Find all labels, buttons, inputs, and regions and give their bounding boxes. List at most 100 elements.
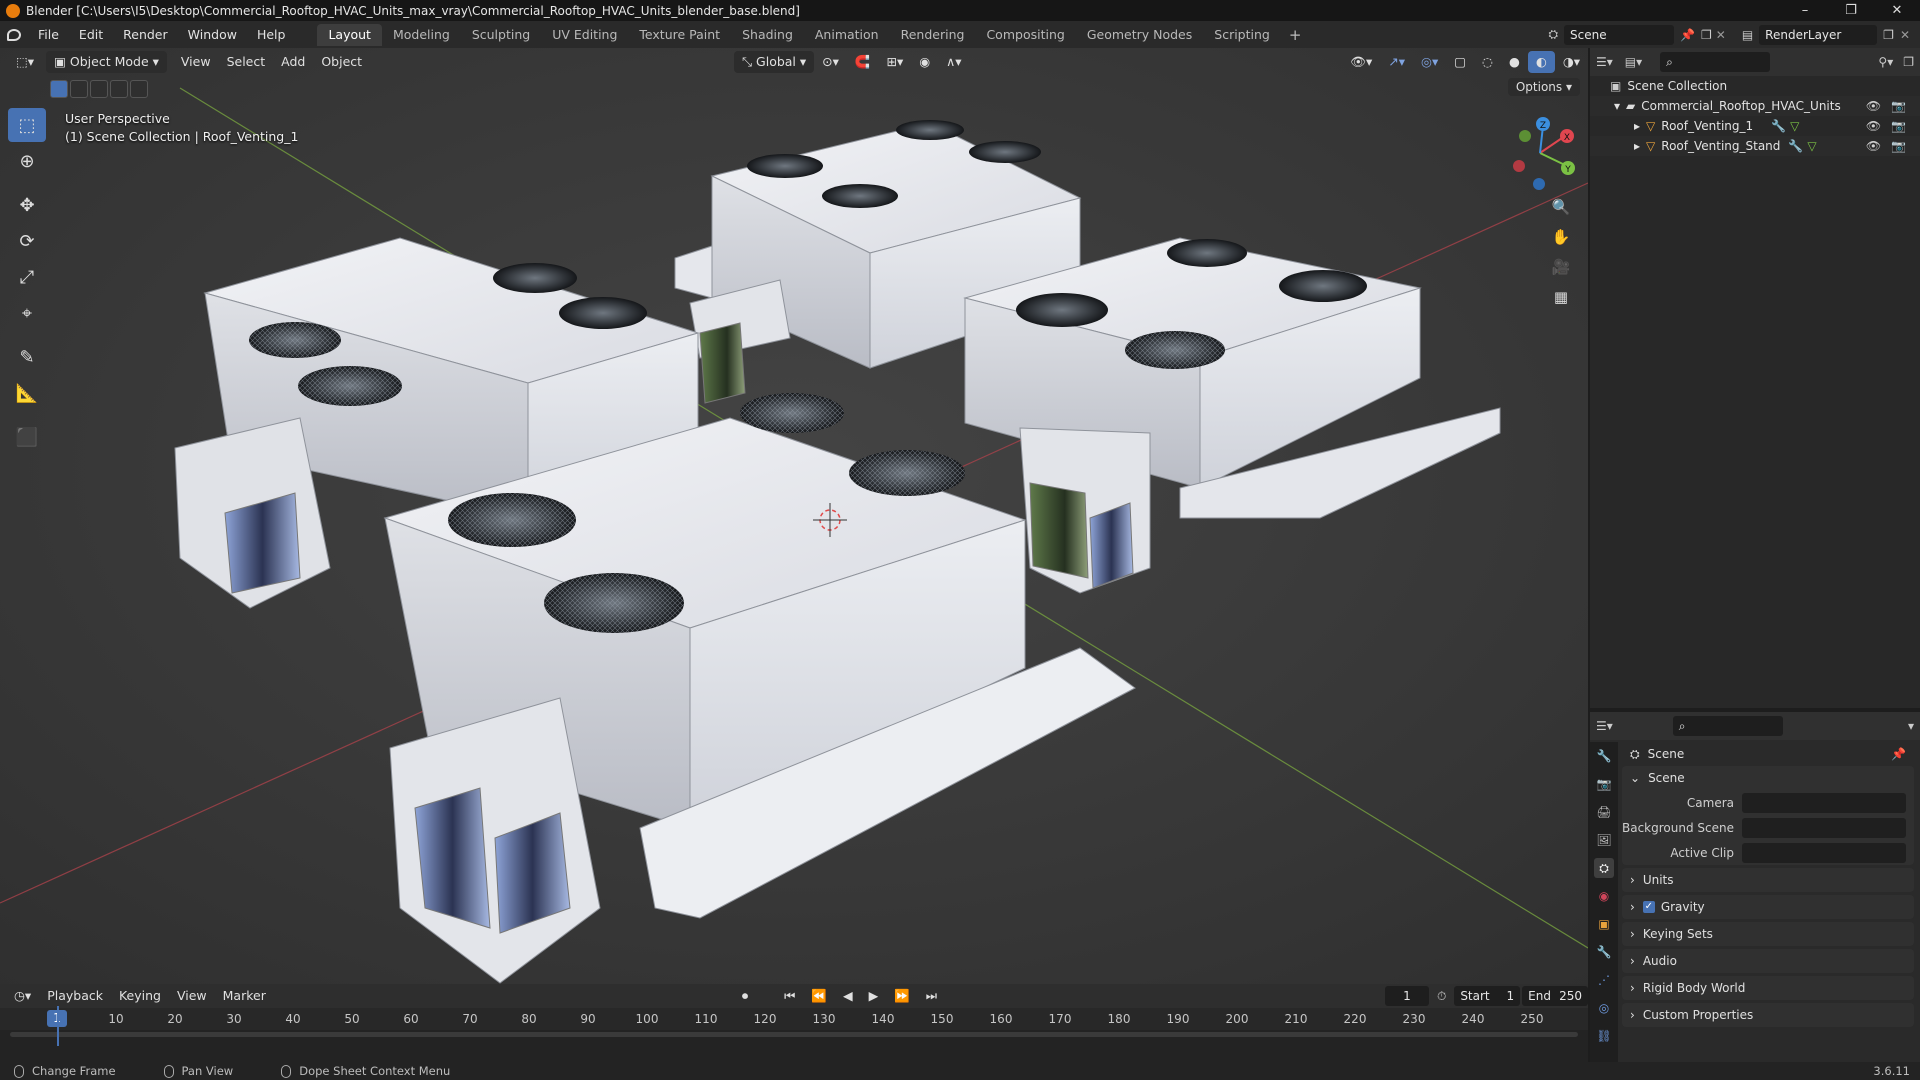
- filter-icon[interactable]: ⚲▾: [1878, 55, 1893, 69]
- pivot-point-icon[interactable]: ⊙▾: [814, 51, 847, 73]
- gizmo-neg-y-icon[interactable]: [1519, 130, 1531, 142]
- xray-icon[interactable]: ▢: [1446, 51, 1474, 73]
- menu-window[interactable]: Window: [178, 21, 247, 48]
- tab-layout[interactable]: Layout: [317, 23, 382, 46]
- camera-view-icon[interactable]: 🎥: [1546, 253, 1576, 281]
- transform-tool-icon[interactable]: ⌖: [8, 296, 46, 330]
- scene-panel-header[interactable]: ⌄ Scene: [1622, 766, 1914, 790]
- proportional-edit-icon[interactable]: ◉: [911, 51, 938, 73]
- menu-timeline-view[interactable]: View: [169, 985, 215, 1007]
- viewport-scene[interactable]: [0, 48, 1588, 984]
- tool-tab-icon[interactable]: 🔧: [1594, 746, 1614, 766]
- select-extend-icon[interactable]: [70, 80, 88, 98]
- scale-tool-icon[interactable]: ⤢: [8, 260, 46, 294]
- menu-view[interactable]: View: [173, 51, 219, 73]
- play-icon[interactable]: ▶: [861, 985, 887, 1007]
- clock-icon[interactable]: ⏱: [1437, 989, 1446, 1004]
- delete-scene-icon[interactable]: ✕: [1716, 28, 1726, 42]
- zoom-icon[interactable]: 🔍: [1546, 193, 1576, 221]
- annotate-tool-icon[interactable]: ✎: [8, 340, 46, 374]
- display-mode-icon[interactable]: ▤▾: [1625, 55, 1642, 69]
- prev-keyframe-icon[interactable]: ⏪: [803, 985, 835, 1007]
- modifier-tab-icon[interactable]: 🔧: [1594, 942, 1614, 962]
- world-tab-icon[interactable]: ◉: [1594, 886, 1614, 906]
- menu-object[interactable]: Object: [313, 51, 370, 73]
- ortho-grid-icon[interactable]: ▦: [1546, 283, 1576, 311]
- select-subtract-icon[interactable]: [90, 80, 108, 98]
- gizmo-neg-z-icon[interactable]: [1533, 178, 1545, 190]
- navigation-gizmo[interactable]: X Y Z: [1495, 108, 1585, 198]
- menu-playback[interactable]: Playback ▾: [39, 985, 111, 1025]
- menu-marker[interactable]: Marker: [215, 985, 274, 1007]
- expand-right-icon[interactable]: ▸: [1634, 119, 1640, 133]
- render-camera-icon[interactable]: 📷: [1891, 139, 1906, 153]
- rendered-shading-icon[interactable]: ◑▾: [1555, 51, 1588, 73]
- select-new-icon[interactable]: [50, 80, 68, 98]
- constraints-tab-icon[interactable]: ⛓: [1594, 1026, 1614, 1046]
- new-collection-icon[interactable]: ❐: [1903, 55, 1914, 69]
- overlay-toggle-icon[interactable]: ◎▾: [1413, 51, 1446, 73]
- wireframe-shading-icon[interactable]: ◌: [1474, 51, 1501, 73]
- object-tab-icon[interactable]: ▣: [1594, 914, 1614, 934]
- select-invert-icon[interactable]: [110, 80, 128, 98]
- tab-geometry-nodes[interactable]: Geometry Nodes: [1076, 24, 1203, 46]
- end-frame-field[interactable]: End 250: [1522, 986, 1588, 1006]
- render-layer-icon[interactable]: ▤: [1742, 28, 1753, 42]
- menu-help[interactable]: Help: [247, 21, 296, 48]
- properties-search-input[interactable]: ⌕: [1672, 716, 1783, 736]
- visibility-eye-icon[interactable]: 👁: [1866, 119, 1881, 133]
- menu-file[interactable]: File: [28, 21, 69, 48]
- units-panel[interactable]: › Units: [1622, 868, 1914, 892]
- gravity-panel[interactable]: › ✓ Gravity: [1622, 895, 1914, 919]
- menu-render[interactable]: Render: [113, 21, 178, 48]
- render-tab-icon[interactable]: 📷: [1594, 774, 1614, 794]
- menu-edit[interactable]: Edit: [69, 21, 113, 48]
- cursor-tool-icon[interactable]: ⊕: [8, 144, 46, 178]
- rotate-tool-icon[interactable]: ⟳: [8, 224, 46, 258]
- scene-field[interactable]: Scene: [1564, 24, 1675, 45]
- custom-properties-panel[interactable]: › Custom Properties: [1622, 1003, 1914, 1027]
- tab-scripting[interactable]: Scripting: [1203, 24, 1281, 46]
- options-button[interactable]: Options ▾: [1507, 78, 1580, 96]
- current-frame-field[interactable]: 1: [1385, 986, 1429, 1006]
- maximize-button[interactable]: ❐: [1828, 0, 1874, 21]
- tab-rendering[interactable]: Rendering: [890, 24, 976, 46]
- select-box-tool-icon[interactable]: ⬚: [8, 108, 46, 142]
- outliner-search-input[interactable]: ⌕: [1660, 52, 1771, 72]
- 3d-viewport[interactable]: ⬚▾ ▣ Object Mode ▾ View Select Add Objec…: [0, 48, 1588, 984]
- blender-logo-icon[interactable]: [0, 21, 28, 48]
- jump-start-icon[interactable]: ⏮: [776, 985, 803, 1007]
- solid-shading-icon[interactable]: ●: [1501, 51, 1528, 73]
- particles-tab-icon[interactable]: ⋰: [1594, 970, 1614, 990]
- gizmo-toggle-icon[interactable]: ↗▾: [1380, 51, 1413, 73]
- add-workspace-button[interactable]: +: [1281, 26, 1310, 44]
- outliner-editor-icon[interactable]: ☰▾: [1596, 55, 1613, 69]
- rigid-body-world-panel[interactable]: › Rigid Body World: [1622, 976, 1914, 1000]
- view-layer-tab-icon[interactable]: 🖼: [1594, 830, 1614, 850]
- scene-tab-icon[interactable]: ⛭: [1594, 858, 1614, 878]
- outliner-row-roof-venting-1[interactable]: ▸ ▽ Roof_Venting_1 🔧 ▽ 👁 📷: [1590, 116, 1920, 136]
- scene-icon[interactable]: ⛭: [1548, 27, 1558, 42]
- timeline-track[interactable]: [0, 1006, 1588, 1062]
- add-cube-tool-icon[interactable]: ⬛: [8, 420, 46, 454]
- expand-right-icon[interactable]: ▸: [1634, 139, 1640, 153]
- tab-texture-paint[interactable]: Texture Paint: [628, 24, 731, 46]
- timeline-ruler[interactable]: 1102030405060708090100110120130140150160…: [0, 1008, 1588, 1030]
- tab-animation[interactable]: Animation: [804, 24, 890, 46]
- falloff-icon[interactable]: ∧▾: [938, 51, 969, 73]
- close-button[interactable]: ✕: [1874, 0, 1920, 21]
- tab-compositing[interactable]: Compositing: [975, 24, 1075, 46]
- chevron-down-icon[interactable]: ▾: [1908, 719, 1914, 733]
- render-camera-icon[interactable]: 📷: [1891, 99, 1906, 113]
- measure-tool-icon[interactable]: 📐: [8, 376, 46, 410]
- visibility-eye-icon[interactable]: 👁: [1866, 99, 1881, 113]
- new-scene-icon[interactable]: ❐: [1701, 28, 1712, 42]
- visibility-icon[interactable]: 👁▾: [1342, 51, 1380, 73]
- gravity-checkbox[interactable]: ✓: [1642, 901, 1655, 913]
- jump-end-icon[interactable]: ⏭: [918, 985, 945, 1007]
- tab-modeling[interactable]: Modeling: [382, 24, 461, 46]
- audio-panel[interactable]: › Audio: [1622, 949, 1914, 973]
- play-reverse-icon[interactable]: ◀: [835, 985, 861, 1007]
- material-shading-icon[interactable]: ◐: [1527, 51, 1555, 73]
- menu-select[interactable]: Select: [219, 51, 274, 73]
